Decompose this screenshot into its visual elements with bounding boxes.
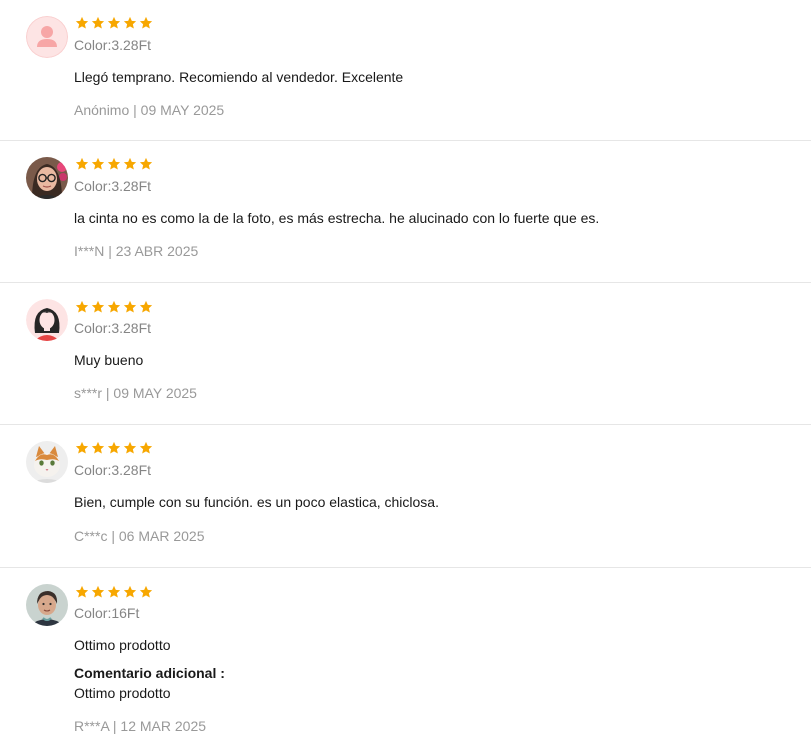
- review-item: Color:3.28Ft Llegó temprano. Recomiendo …: [0, 0, 811, 141]
- star-rating: [75, 585, 153, 601]
- star-icon: [139, 16, 153, 29]
- man-photo-avatar: [26, 584, 68, 626]
- star-icon: [91, 300, 105, 313]
- star-rating: [75, 441, 153, 457]
- star-icon: [75, 441, 89, 454]
- star-icon: [75, 300, 89, 313]
- star-icon: [139, 157, 153, 170]
- star-icon: [139, 441, 153, 454]
- star-icon: [123, 585, 137, 598]
- star-icon: [123, 441, 137, 454]
- star-icon: [91, 585, 105, 598]
- review-list: Color:3.28Ft Llegó temprano. Recomiendo …: [0, 0, 811, 753]
- review-sku: Color:3.28Ft: [74, 178, 152, 194]
- star-rating: [75, 157, 153, 173]
- review-meta: s***r | 09 MAY 2025: [74, 385, 197, 401]
- additional-review-content: Ottimo prodotto: [74, 685, 171, 701]
- review-sku: Color:16Ft: [74, 605, 140, 621]
- review-meta: C***c | 06 MAR 2025: [74, 528, 205, 544]
- star-icon: [91, 157, 105, 170]
- star-icon: [75, 585, 89, 598]
- star-rating: [75, 16, 153, 32]
- review-item: Color:16Ft Ottimo prodotto Comentario ad…: [0, 568, 811, 753]
- review-content: Muy bueno: [74, 352, 144, 368]
- review-item: Color:3.28Ft Muy bueno s***r | 09 MAY 20…: [0, 283, 811, 425]
- star-icon: [139, 300, 153, 313]
- star-icon: [123, 16, 137, 29]
- review-content: Llegó temprano. Recomiendo al vendedor. …: [74, 69, 404, 85]
- star-icon: [75, 157, 89, 170]
- cat-photo-avatar: [26, 441, 68, 483]
- star-icon: [75, 16, 89, 29]
- review-meta: R***A | 12 MAR 2025: [74, 718, 207, 734]
- star-rating: [75, 300, 153, 316]
- review-content: Bien, cumple con su función. es un poco …: [74, 494, 439, 510]
- woman-illustration-avatar: [26, 299, 68, 341]
- star-icon: [107, 300, 121, 313]
- review-meta: Anónimo | 09 MAY 2025: [74, 102, 225, 118]
- woman-glasses-photo-avatar: [26, 157, 68, 199]
- additional-review-title: Comentario adicional :: [74, 665, 225, 681]
- star-icon: [107, 585, 121, 598]
- review-item: Color:3.28Ft Bien, cumple con su función…: [0, 425, 811, 568]
- star-icon: [107, 441, 121, 454]
- review-meta: I***N | 23 ABR 2025: [74, 243, 199, 259]
- star-icon: [107, 16, 121, 29]
- review-item: Color:3.28Ft la cinta no es como la de l…: [0, 141, 811, 283]
- review-sku: Color:3.28Ft: [74, 320, 152, 336]
- review-sku: Color:3.28Ft: [74, 462, 152, 478]
- star-icon: [91, 441, 105, 454]
- star-icon: [139, 585, 153, 598]
- review-content: Ottimo prodotto: [74, 637, 171, 653]
- star-icon: [91, 16, 105, 29]
- star-icon: [107, 157, 121, 170]
- star-icon: [123, 157, 137, 170]
- star-icon: [123, 300, 137, 313]
- default-user-avatar-icon: [26, 16, 68, 58]
- review-sku: Color:3.28Ft: [74, 37, 152, 53]
- review-content: la cinta no es como la de la foto, es má…: [74, 210, 600, 226]
